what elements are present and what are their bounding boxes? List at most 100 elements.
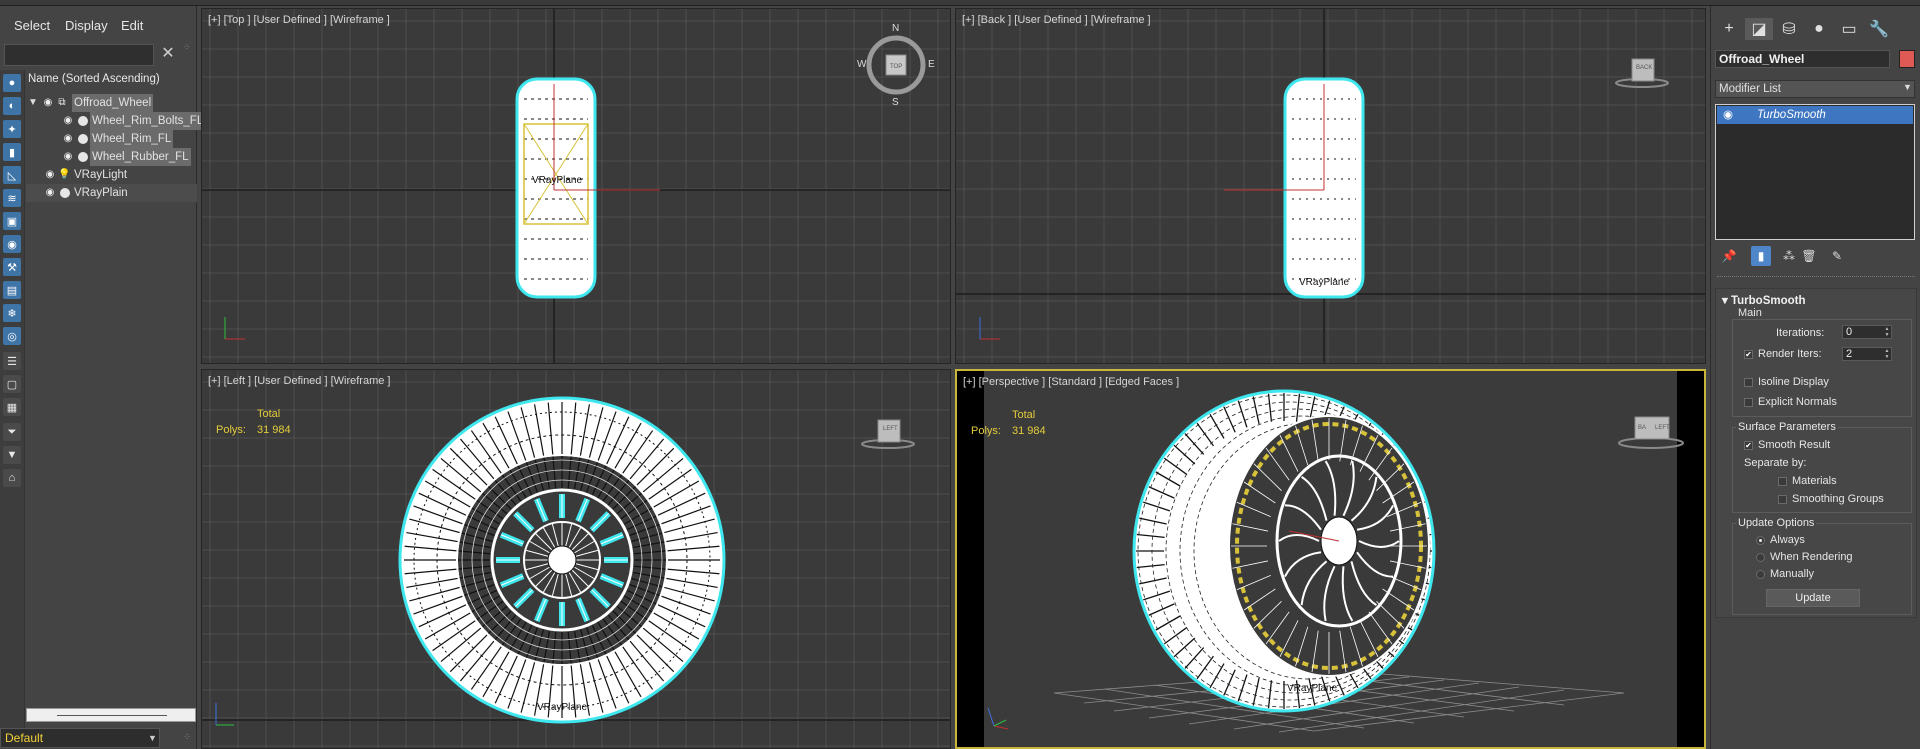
utilities-tab-wrench-icon[interactable]: 🔧 (1865, 18, 1893, 40)
page-icon[interactable]: ▢ (3, 375, 21, 393)
object-name-field[interactable]: Offroad_Wheel (1715, 50, 1890, 68)
list-item[interactable]: ◉ Wheel_Rim_FL (26, 130, 197, 148)
list-view-icon[interactable]: ☰ (3, 352, 21, 370)
pin-stack-icon[interactable]: 📌 (1719, 246, 1739, 266)
eye-icon[interactable]: ◉ (62, 133, 74, 145)
create-tab-plus-icon[interactable]: + (1715, 18, 1743, 40)
modify-tab-icon[interactable]: ◪ (1745, 18, 1773, 40)
properties-icon[interactable]: ▦ (3, 398, 21, 416)
eye-icon[interactable]: ◉ (44, 169, 56, 181)
explorer-toolstrip: ● ◐ ✦ ▮ ◺ ≋ ▣ ◉ ⚒ ▤ ❄ ◎ ☰ ▢ ▦ ⏷ ▼ ⌂ (0, 70, 25, 730)
filter-cameras-icon[interactable]: ▮ (3, 143, 21, 161)
list-item[interactable]: ◉ Wheel_Rim_Bolts_FL (26, 112, 206, 130)
eye-icon[interactable]: ◉ (42, 97, 54, 109)
axis-tripod (215, 703, 234, 726)
scroll-thumb[interactable] (57, 715, 167, 716)
filter-bones-icon[interactable]: ⚒ (3, 258, 21, 276)
filter-lights-icon[interactable]: ✦ (3, 120, 21, 138)
layer-options-icon[interactable]: ⁘ (183, 732, 191, 743)
eye-icon[interactable]: ◉ (62, 115, 74, 127)
svg-text:TOP: TOP (890, 64, 902, 70)
cube-face-a: BA (1638, 425, 1647, 431)
display-toggle-icon[interactable]: ◎ (3, 327, 21, 345)
explorer-horizontal-scrollbar[interactable] (26, 708, 196, 722)
funnel-icon[interactable]: ⏷ (3, 423, 21, 441)
viewcube[interactable]: BA LEFT (1617, 407, 1684, 457)
pin-icon[interactable]: ⁘ (183, 42, 191, 53)
wireframe-scene (202, 370, 950, 748)
object-name: Offroad_Wheel (72, 94, 154, 112)
chevron-down-icon[interactable]: ▼ (148, 730, 160, 746)
viewport-back[interactable]: [+] [Back ] [User Defined ] [Wireframe ]… (955, 8, 1706, 364)
update-button[interactable]: Update (1766, 589, 1860, 607)
viewport-label[interactable]: [+] [Perspective ] [Standard ] [Edged Fa… (963, 376, 1179, 388)
viewport-left[interactable]: [+] [Left ] [User Defined ] [Wireframe ]… (201, 369, 951, 749)
explorer-menu: Select Display Edit (0, 6, 197, 42)
viewcube[interactable]: BACK (1612, 47, 1669, 97)
rollout-title[interactable]: ▾ TurboSmooth (1722, 293, 1806, 307)
list-item[interactable]: ◉ VRayPlain (26, 184, 197, 202)
column-header[interactable]: Name (Sorted Ascending) (26, 70, 197, 88)
display-tab-icon[interactable]: ▭ (1835, 18, 1863, 40)
filter-icon[interactable]: ▼ (3, 446, 21, 464)
show-end-result-icon[interactable]: ▮ (1751, 246, 1771, 266)
viewport-label[interactable]: [+] [Top ] [User Defined ] [Wireframe ] (208, 14, 390, 26)
motion-tab-icon[interactable]: ● (1805, 18, 1833, 40)
filter-xrefs-icon[interactable]: ◉ (3, 235, 21, 253)
filter-shapes-icon[interactable]: ◐ (3, 97, 21, 115)
stats-polys-label: Polys: (216, 424, 246, 436)
filter-containers-icon[interactable]: ▤ (3, 281, 21, 299)
smooth-result-checkbox[interactable]: ✔ (1744, 441, 1753, 450)
viewport-top[interactable]: [+] [Top ] [User Defined ] [Wireframe ] … (201, 8, 951, 364)
list-item[interactable]: ▼ ◉ ⧉ Offroad_Wheel (26, 94, 197, 112)
object-color-swatch[interactable] (1899, 50, 1915, 68)
menu-select[interactable]: Select (14, 18, 50, 33)
make-unique-icon[interactable]: ⁂ (1779, 246, 1799, 266)
iterations-spinner[interactable]: 0 (1842, 325, 1892, 339)
filter-groups-icon[interactable]: ▣ (3, 212, 21, 230)
layer-dropdown[interactable]: Default (0, 728, 160, 748)
chevron-down-icon[interactable]: ▼ (1903, 82, 1912, 92)
isoline-checkbox[interactable] (1744, 378, 1753, 387)
list-item[interactable]: ◉ 💡 VRayLight (26, 166, 197, 184)
stack-item-turbosmooth[interactable]: ◉ TurboSmooth (1717, 106, 1913, 124)
hierarchy-tab-icon[interactable]: ⛁ (1775, 18, 1803, 40)
always-radio[interactable] (1756, 536, 1765, 545)
menu-edit[interactable]: Edit (121, 18, 143, 33)
explicit-normals-checkbox[interactable] (1744, 398, 1753, 407)
wheel-top-silhouette[interactable] (515, 77, 597, 299)
collapse-arrow-icon[interactable]: ▼ (28, 97, 38, 108)
viewcube[interactable]: LEFT (858, 408, 915, 458)
render-iters-spinner[interactable]: 2 (1842, 347, 1892, 361)
object-name: Wheel_Rubber_FL (90, 148, 191, 166)
eye-icon[interactable]: ◉ (1723, 106, 1733, 124)
viewport-perspective[interactable]: [+] [Perspective ] [Standard ] [Edged Fa… (955, 369, 1706, 749)
filter-geometry-icon[interactable]: ● (3, 74, 21, 92)
update-options-title: Update Options (1736, 517, 1817, 529)
eye-icon[interactable]: ◉ (62, 151, 74, 163)
viewcube-compass[interactable]: TOP N S E W (857, 23, 935, 108)
modifier-list-dropdown[interactable]: Modifier List (1715, 80, 1915, 98)
remove-modifier-trash-icon[interactable]: 🗑 (1799, 246, 1819, 266)
menu-display[interactable]: Display (65, 18, 108, 33)
modifier-stack[interactable]: ◉ TurboSmooth (1715, 104, 1915, 240)
compass-n: N (892, 23, 900, 34)
render-iters-checkbox[interactable]: ✔ (1744, 350, 1753, 359)
explorer-search-input[interactable] (4, 44, 154, 66)
filter-helpers-icon[interactable]: ◺ (3, 166, 21, 184)
filter-spacewarps-icon[interactable]: ≋ (3, 189, 21, 207)
filter-particles-icon[interactable]: ❄ (3, 304, 21, 322)
panel-divider[interactable] (1717, 276, 1915, 280)
layer-tools-icon[interactable]: ⌂ (3, 469, 21, 487)
when-rendering-radio[interactable] (1756, 553, 1765, 562)
materials-checkbox[interactable] (1778, 477, 1787, 486)
configure-sets-icon[interactable]: ✎ (1827, 246, 1847, 266)
manually-radio[interactable] (1756, 570, 1765, 579)
eye-icon[interactable]: ◉ (44, 187, 56, 199)
clear-search-icon[interactable]: ✕ (160, 45, 176, 63)
light-bulb-icon: 💡 (58, 169, 71, 180)
smoothing-groups-checkbox[interactable] (1778, 495, 1787, 504)
list-item[interactable]: ◉ Wheel_Rubber_FL (26, 148, 197, 166)
viewport-label[interactable]: [+] [Left ] [User Defined ] [Wireframe ] (208, 375, 390, 387)
viewport-label[interactable]: [+] [Back ] [User Defined ] [Wireframe ] (962, 14, 1151, 26)
